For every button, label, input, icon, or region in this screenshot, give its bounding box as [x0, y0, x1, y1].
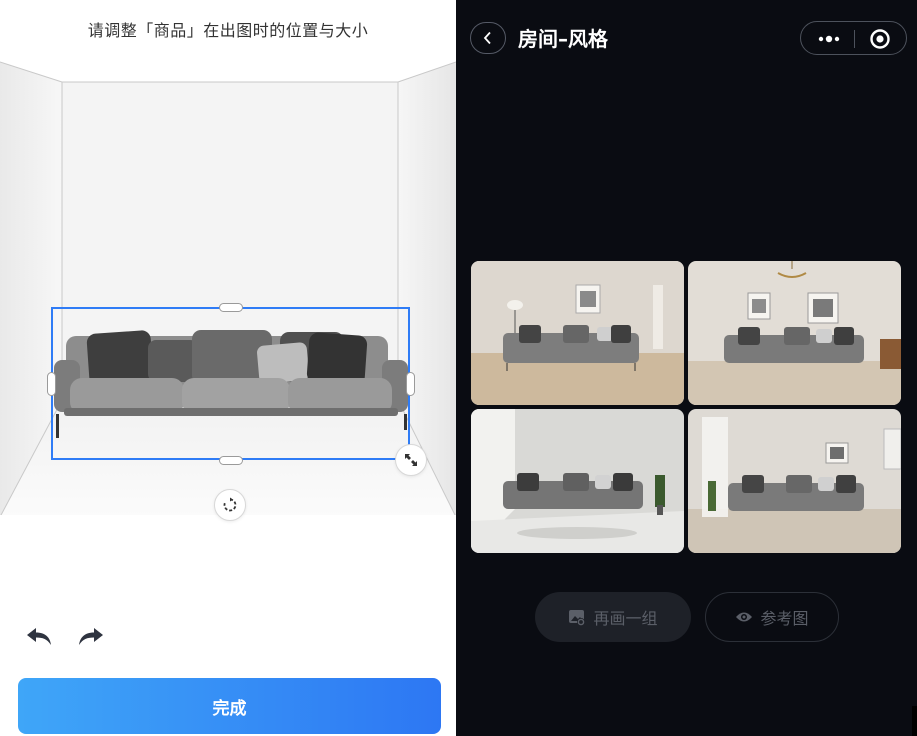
- redo-icon[interactable]: [77, 624, 105, 648]
- miniprogram-capsule: [800, 21, 907, 55]
- more-dots-icon[interactable]: [817, 33, 841, 45]
- back-button[interactable]: [470, 22, 506, 54]
- result-image-1[interactable]: [471, 261, 684, 405]
- corner-mark: [912, 706, 917, 736]
- undo-icon[interactable]: [25, 624, 53, 648]
- result-image-3[interactable]: [471, 409, 684, 553]
- close-target-icon[interactable]: [869, 28, 891, 50]
- reference-label: 参考图: [760, 609, 809, 628]
- instruction-text: 请调整「商品」在出图时的位置与大小: [87, 21, 369, 40]
- resize-handle-left[interactable]: [47, 372, 56, 396]
- capsule-divider: [854, 30, 855, 48]
- reference-image-button[interactable]: 参考图: [705, 592, 839, 642]
- resize-handle-bottom[interactable]: [219, 456, 243, 465]
- done-button[interactable]: 完成: [18, 678, 441, 734]
- product-editor-panel: 请调整「商品」在出图时的位置与大小 完成: [0, 0, 456, 736]
- rotate-button[interactable]: [214, 489, 246, 521]
- rotate-icon: [223, 497, 237, 512]
- back-chevron-icon: [483, 31, 491, 45]
- regenerate-button[interactable]: 再画一组: [535, 592, 691, 642]
- resize-handle-right[interactable]: [406, 372, 415, 396]
- result-image-2[interactable]: [688, 261, 901, 405]
- room-style-panel: 房间–风格 再画一组 参考图: [456, 0, 917, 736]
- regenerate-label: 再画一组: [593, 609, 658, 628]
- resize-handle-top[interactable]: [219, 303, 243, 312]
- image-regenerate-icon: [569, 610, 586, 626]
- title-bar: 房间–风格: [456, 14, 917, 62]
- result-image-4[interactable]: [688, 409, 901, 553]
- scale-button[interactable]: [395, 444, 427, 476]
- eye-icon: [736, 612, 753, 622]
- selection-frame[interactable]: [51, 307, 410, 460]
- resize-icon: [405, 454, 417, 466]
- ceiling: [0, 57, 456, 82]
- page-title: 房间–风格: [518, 27, 608, 51]
- result-grid: [471, 261, 903, 554]
